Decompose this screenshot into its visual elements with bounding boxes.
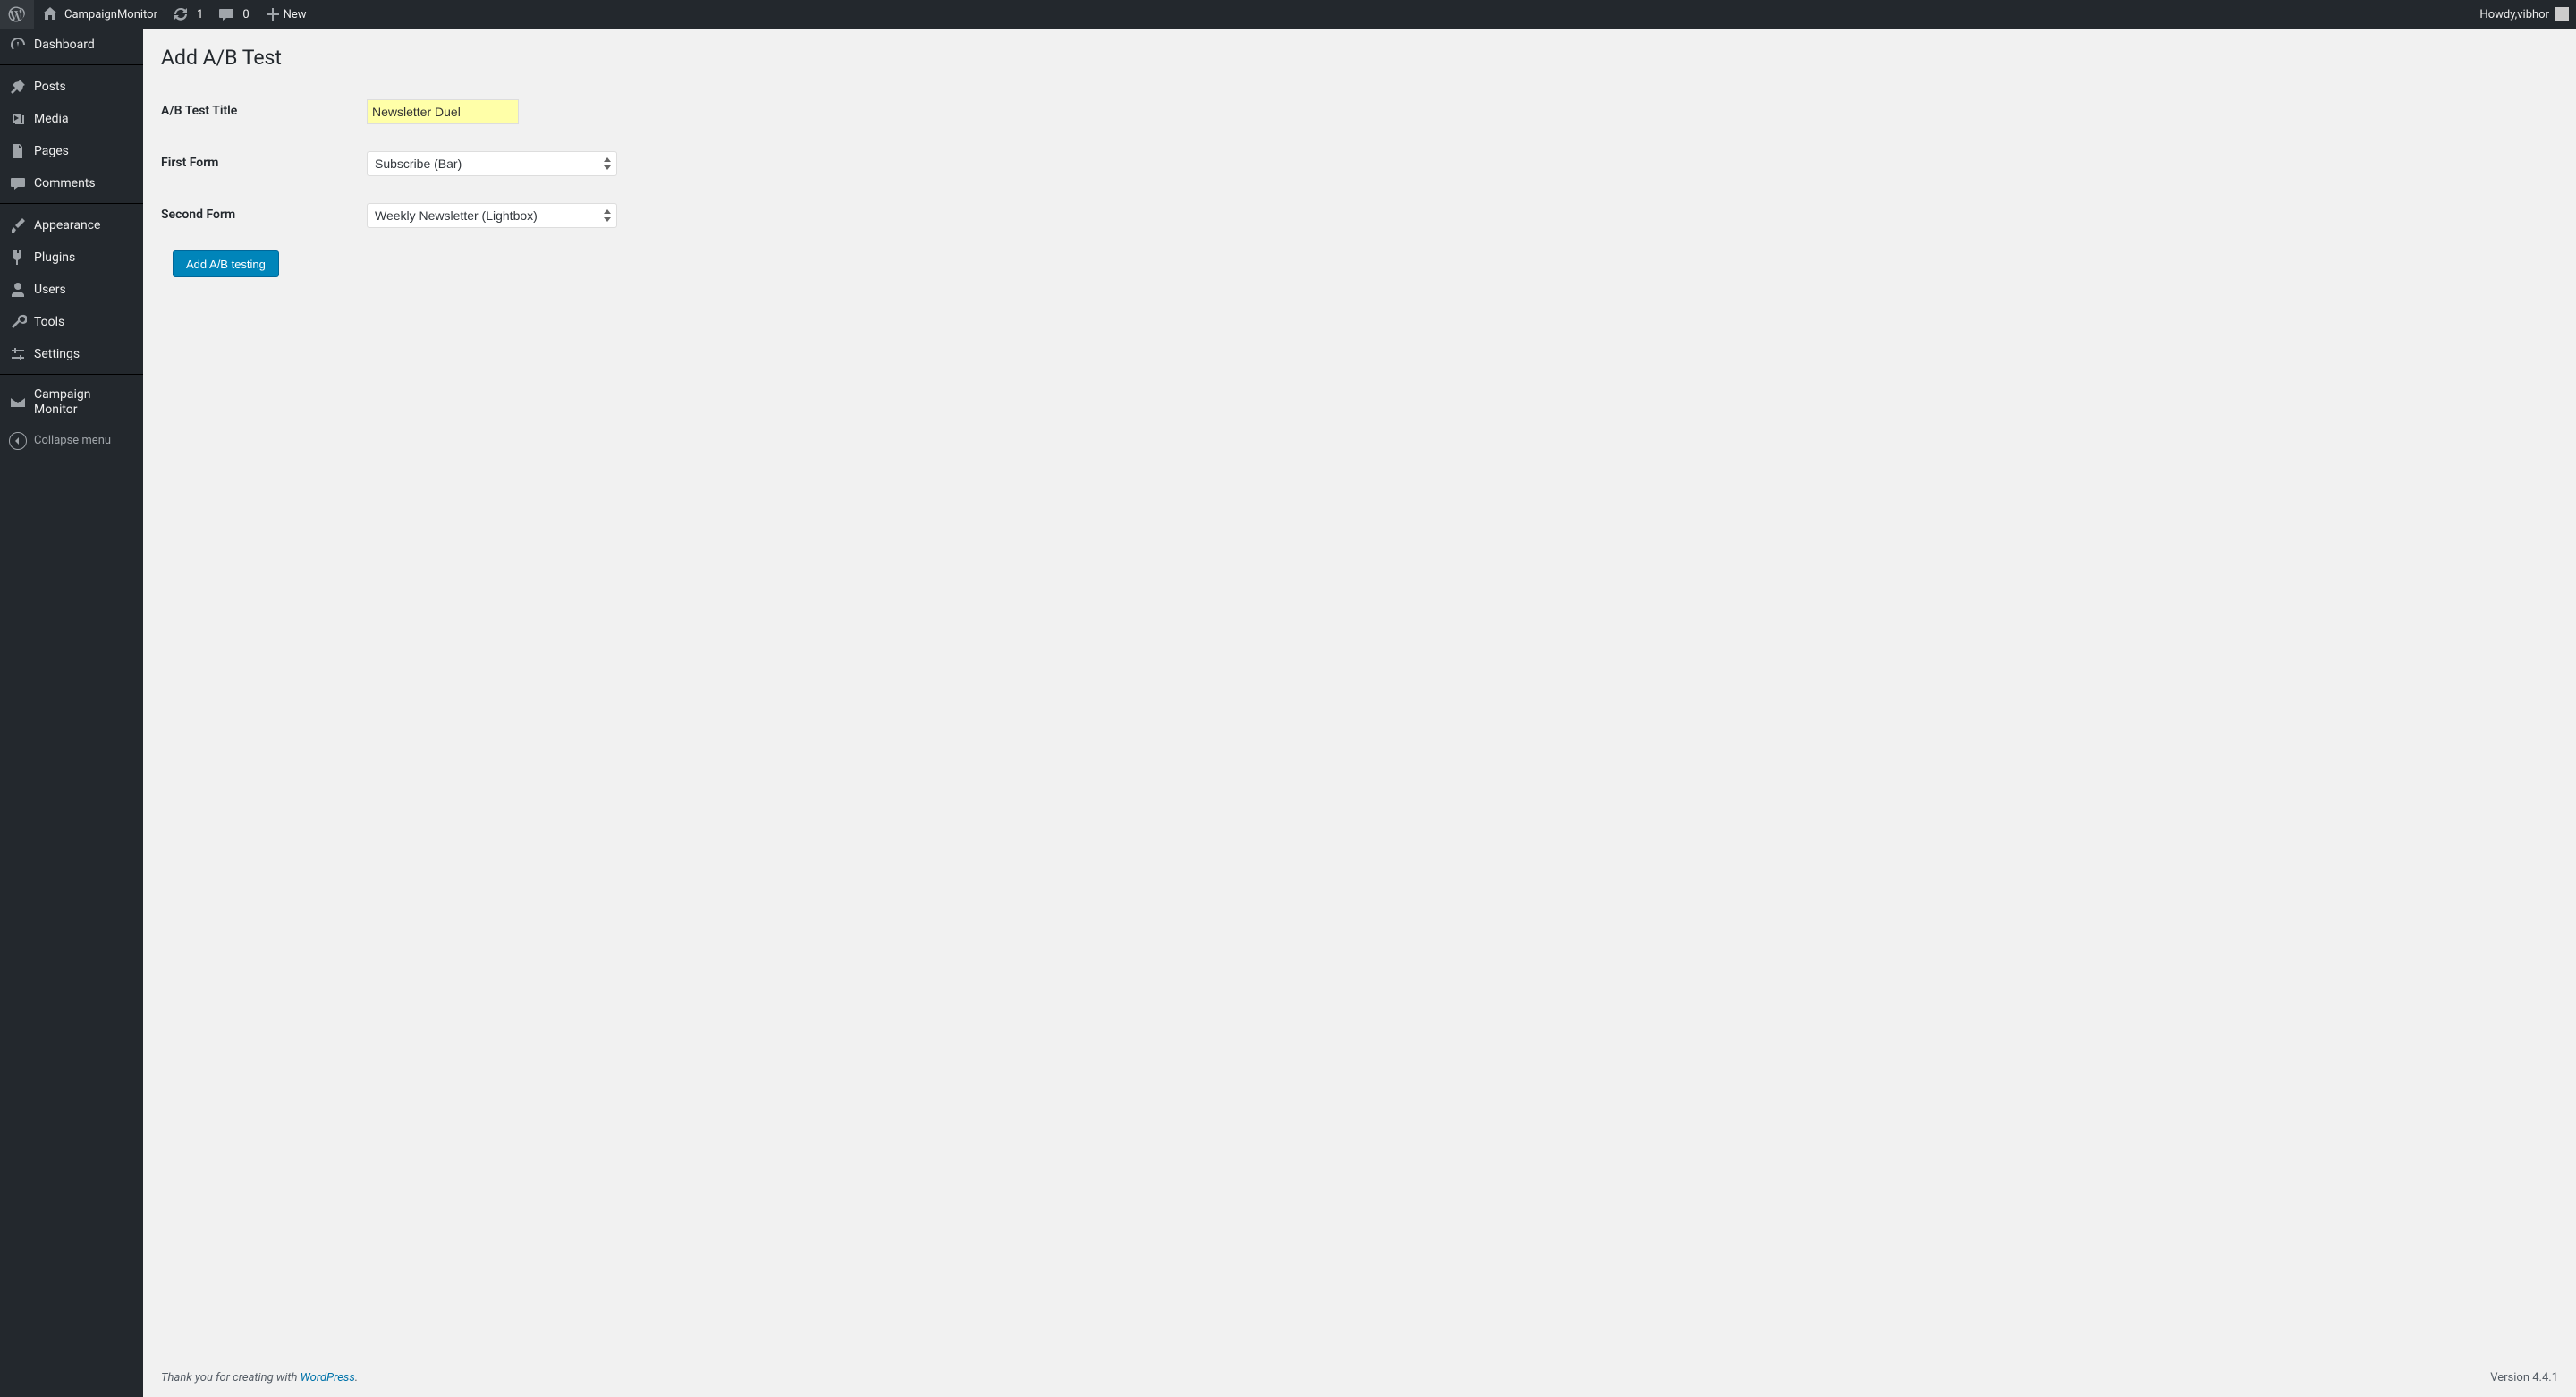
form-table: A/B Test Title First Form Subscribe (Bar… <box>161 86 2558 241</box>
sidebar-separator <box>0 199 143 204</box>
sidebar-item-label: Media <box>34 112 136 127</box>
site-name-menu[interactable]: CampaignMonitor <box>34 0 165 29</box>
user-icon <box>9 281 27 299</box>
wordpress-icon <box>7 5 25 23</box>
new-content-menu[interactable]: New <box>257 0 314 29</box>
add-ab-testing-button[interactable]: Add A/B testing <box>173 250 279 277</box>
footer-thankyou-prefix: Thank you for creating with <box>161 1371 301 1384</box>
second-form-field-label: Second Form <box>161 190 358 241</box>
first-form-select[interactable]: Subscribe (Bar) <box>367 151 617 176</box>
sidebar-item-label: Tools <box>34 315 136 330</box>
comments-count: 0 <box>242 8 249 21</box>
admin-sidebar: Dashboard Posts Media Pages Commen <box>0 29 143 1397</box>
comments-menu[interactable]: 0 <box>210 0 256 29</box>
footer: Thank you for creating with WordPress. V… <box>143 1362 2576 1397</box>
sidebar-item-label: Dashboard <box>34 38 136 53</box>
sidebar-separator <box>0 370 143 375</box>
sidebar-separator <box>0 61 143 65</box>
comment-icon <box>9 174 27 192</box>
sidebar-item-label: Comments <box>34 176 136 191</box>
title-field-label: A/B Test Title <box>161 86 358 138</box>
sidebar-item-tools[interactable]: Tools <box>0 306 143 338</box>
ab-test-title-input[interactable] <box>367 99 519 124</box>
sidebar-item-label: Campaign Monitor <box>34 387 136 418</box>
sidebar-item-plugins[interactable]: Plugins <box>0 241 143 274</box>
page-title: Add A/B Test <box>161 38 2558 73</box>
brush-icon <box>9 216 27 234</box>
media-icon <box>9 110 27 128</box>
first-form-field-label: First Form <box>161 138 358 190</box>
admin-bar: CampaignMonitor 1 0 <box>0 0 2576 29</box>
chevron-left-icon <box>9 432 27 450</box>
sliders-icon <box>9 345 27 363</box>
user-menu[interactable]: Howdy, vibhor <box>2472 0 2576 29</box>
footer-thankyou: Thank you for creating with WordPress. <box>161 1371 358 1384</box>
sidebar-item-dashboard[interactable]: Dashboard <box>0 29 143 61</box>
user-name: vibhor <box>2517 8 2549 21</box>
comment-icon <box>217 5 235 23</box>
wordpress-link[interactable]: WordPress <box>301 1371 355 1384</box>
sidebar-item-label: Appearance <box>34 218 136 233</box>
footer-thankyou-suffix: . <box>355 1371 358 1384</box>
home-icon <box>41 5 59 23</box>
collapse-menu[interactable]: Collapse menu <box>0 425 143 457</box>
updates-menu[interactable]: 1 <box>165 0 210 29</box>
pin-icon <box>9 78 27 96</box>
envelope-icon <box>9 394 27 411</box>
wrench-icon <box>9 313 27 331</box>
sidebar-item-label: Posts <box>34 80 136 95</box>
sidebar-item-label: Plugins <box>34 250 136 266</box>
howdy-prefix: Howdy, <box>2479 8 2517 21</box>
admin-bar-right: Howdy, vibhor <box>2472 0 2576 29</box>
refresh-icon <box>172 5 190 23</box>
collapse-label: Collapse menu <box>34 434 111 447</box>
wp-logo-menu[interactable] <box>0 0 34 29</box>
sidebar-item-media[interactable]: Media <box>0 103 143 135</box>
admin-bar-left: CampaignMonitor 1 0 <box>0 0 314 29</box>
new-label: New <box>284 8 307 21</box>
sidebar-item-comments[interactable]: Comments <box>0 167 143 199</box>
sidebar-item-users[interactable]: Users <box>0 274 143 306</box>
sidebar-item-campaign-monitor[interactable]: Campaign Monitor <box>0 380 143 425</box>
updates-count: 1 <box>197 8 203 21</box>
avatar-icon <box>2555 7 2569 21</box>
page-icon <box>9 142 27 160</box>
sidebar-item-label: Users <box>34 283 136 298</box>
plus-icon <box>264 5 282 23</box>
sidebar-item-label: Settings <box>34 347 136 362</box>
sidebar-item-appearance[interactable]: Appearance <box>0 209 143 241</box>
plug-icon <box>9 249 27 267</box>
version-text: Version 4.4.1 <box>2490 1371 2558 1384</box>
site-name: CampaignMonitor <box>64 8 157 21</box>
sidebar-item-label: Pages <box>34 144 136 159</box>
sidebar-item-posts[interactable]: Posts <box>0 71 143 103</box>
dashboard-icon <box>9 36 27 54</box>
second-form-select[interactable]: Weekly Newsletter (Lightbox) <box>367 203 617 228</box>
sidebar-item-settings[interactable]: Settings <box>0 338 143 370</box>
main-content: Add A/B Test A/B Test Title First Form S… <box>143 0 2576 1397</box>
sidebar-item-pages[interactable]: Pages <box>0 135 143 167</box>
